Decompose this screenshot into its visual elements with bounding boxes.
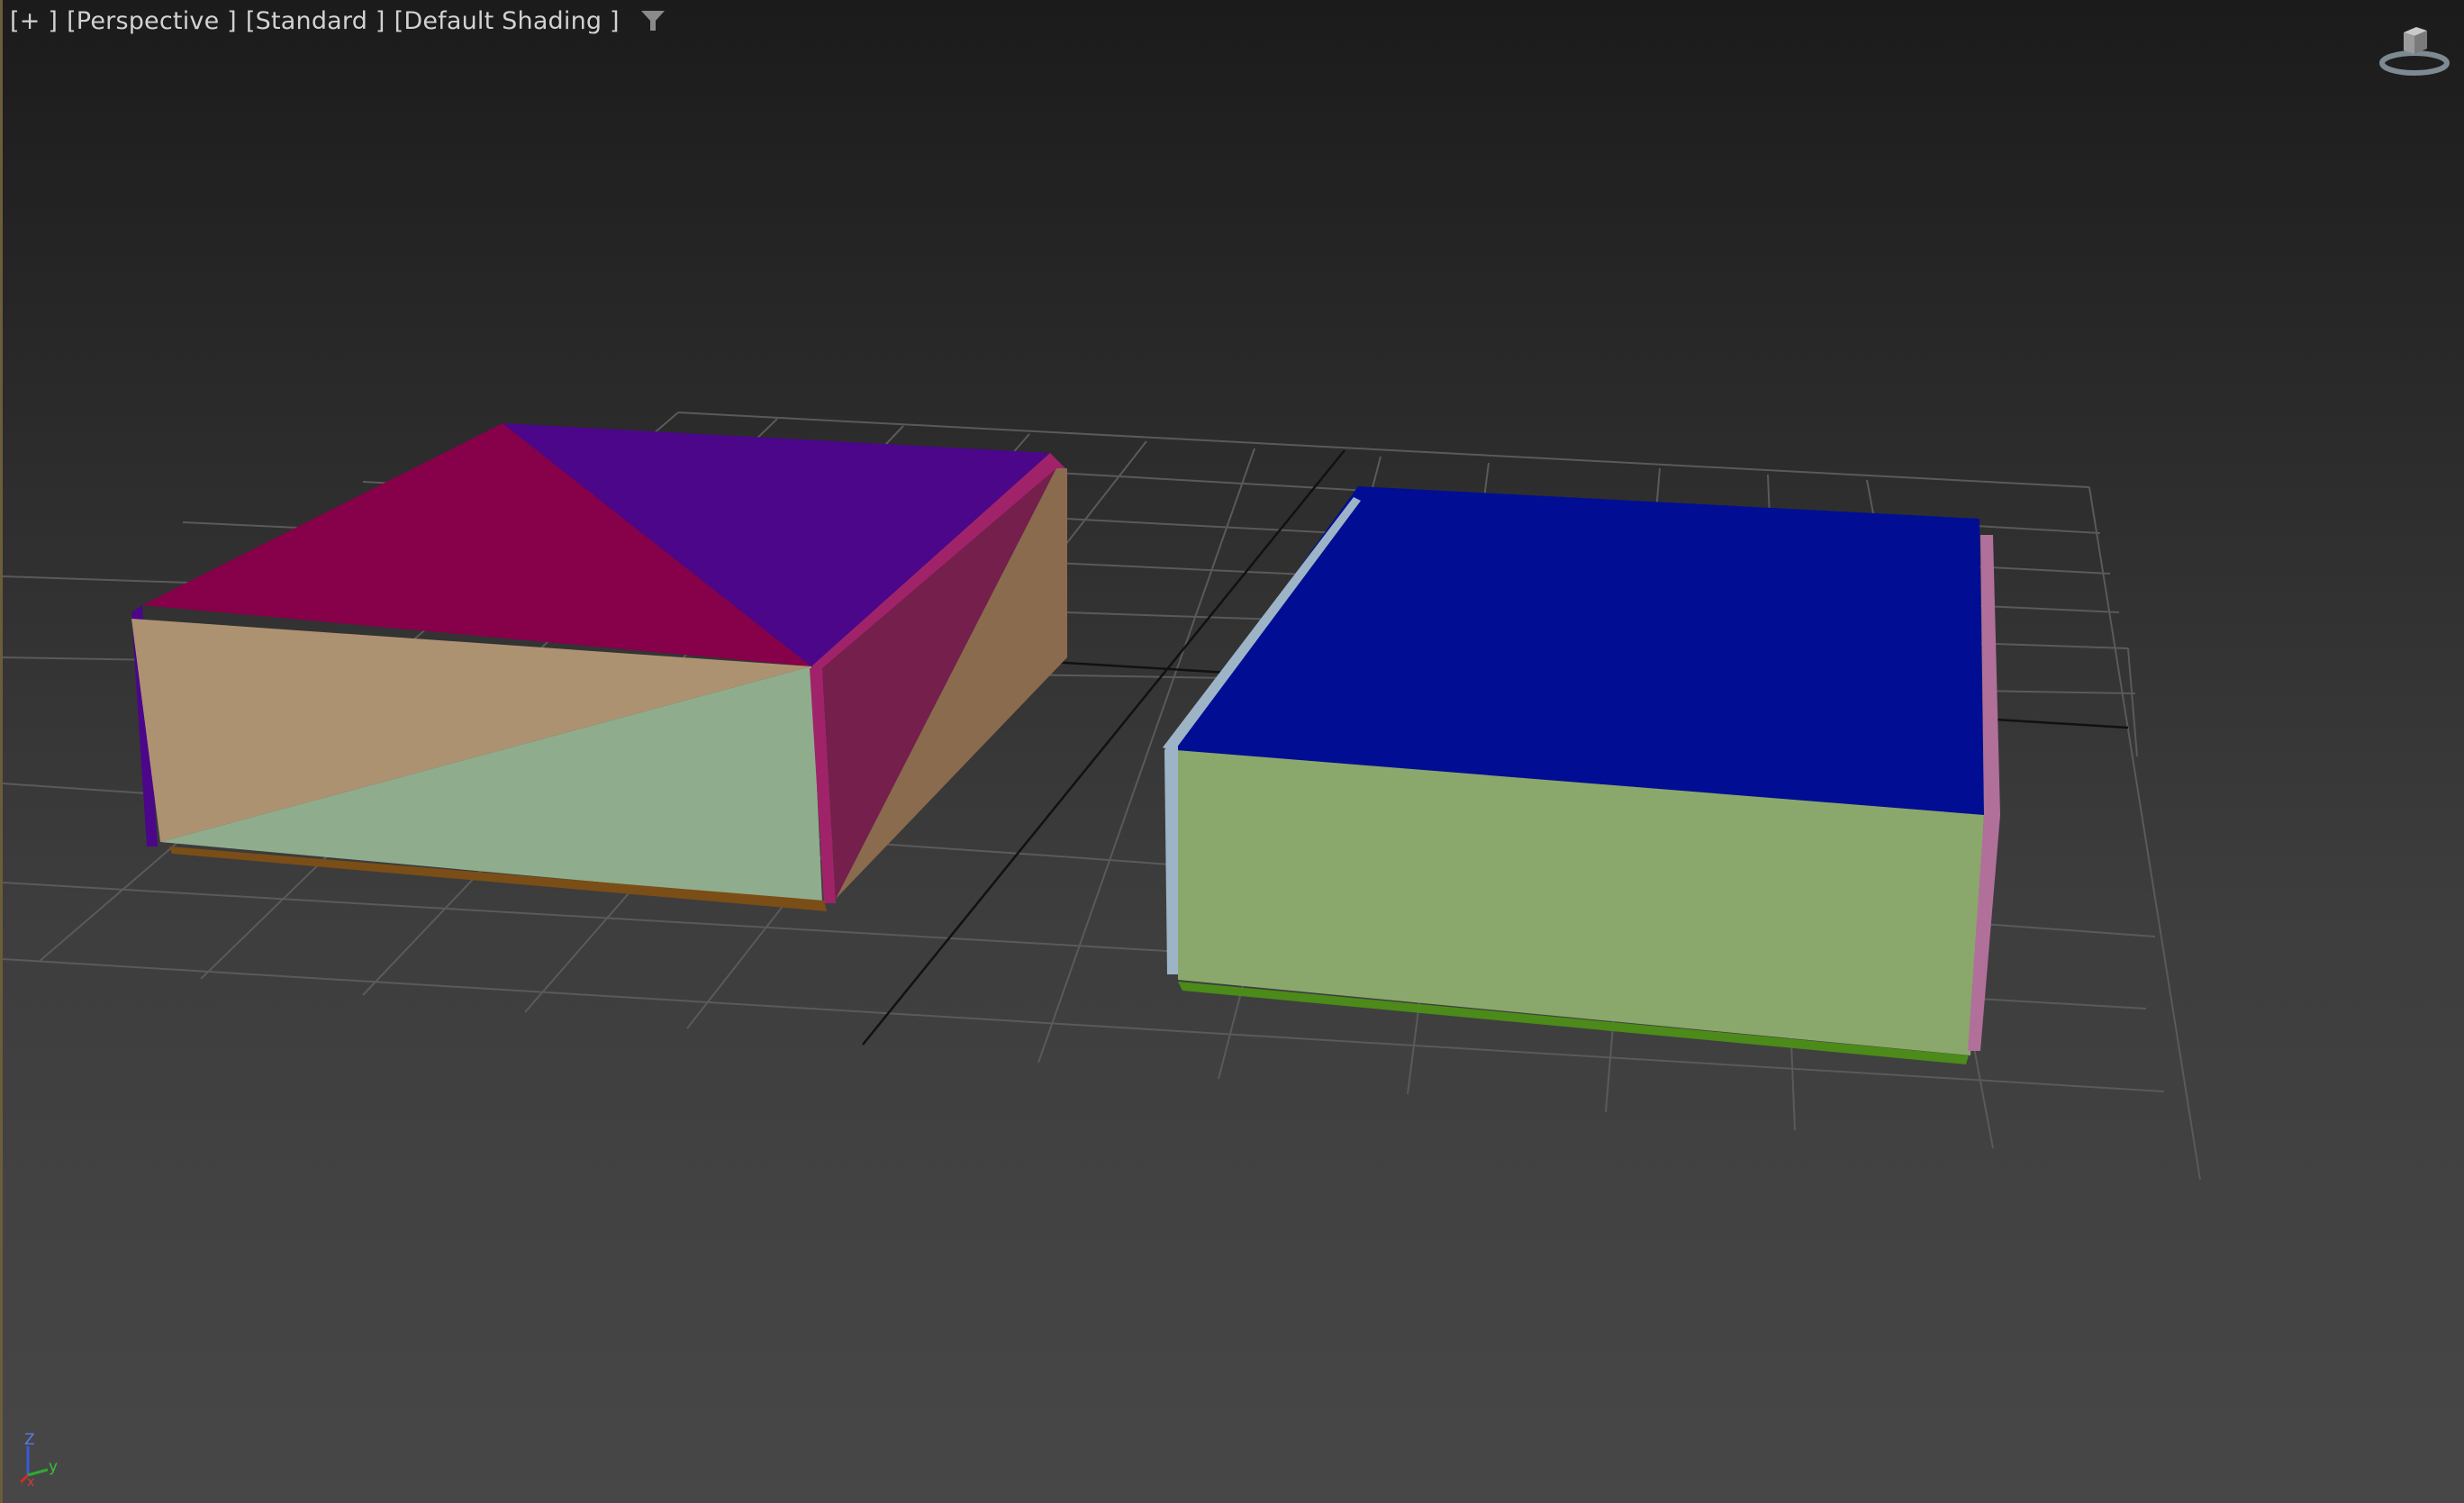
scene-canvas[interactable] (3, 0, 2464, 1503)
viewport-general-menu[interactable]: [+ ] (10, 7, 58, 35)
box-faceted[interactable] (131, 423, 1067, 911)
viewcube-front-face[interactable] (2404, 32, 2414, 54)
box-solid-left-edge[interactable] (1164, 734, 1178, 974)
viewport-point-of-view-menu[interactable]: [Perspective ] (67, 7, 237, 35)
viewcube-compass-ring[interactable] (2379, 50, 2450, 76)
axis-x-label: x (27, 1475, 34, 1486)
viewport-shading-menu[interactable]: [Default Shading ] (394, 7, 620, 35)
axis-tripod-icon: Z y x (19, 1432, 58, 1486)
perspective-viewport[interactable]: [+ ] [Perspective ] [Standard ] [Default… (0, 0, 2464, 1503)
axis-z-label: Z (24, 1432, 35, 1449)
viewport-label-menu: [+ ] [Perspective ] [Standard ] [Default… (10, 5, 666, 36)
viewport-standard-menu[interactable]: [Standard ] (246, 7, 385, 35)
axis-y-label: y (49, 1458, 58, 1476)
grid-line (2088, 486, 2201, 1181)
viewcube-icon[interactable] (2377, 23, 2452, 85)
filter-icon[interactable] (639, 7, 666, 34)
